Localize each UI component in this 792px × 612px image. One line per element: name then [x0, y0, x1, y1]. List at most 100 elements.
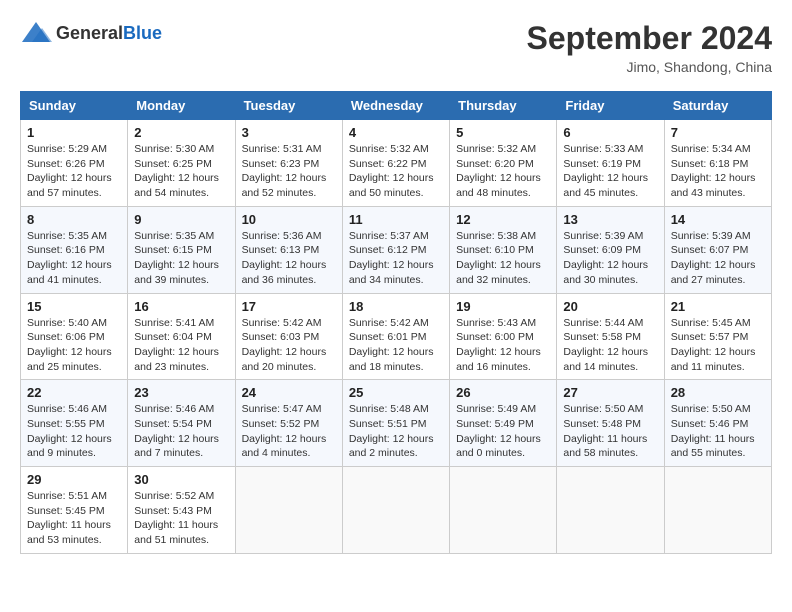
calendar-cell-5: 5 Sunrise: 5:32 AMSunset: 6:20 PMDayligh… — [450, 120, 557, 207]
day-info-7: Sunrise: 5:34 AMSunset: 6:18 PMDaylight:… — [671, 142, 765, 201]
calendar-cell-20: 20 Sunrise: 5:44 AMSunset: 5:58 PMDaylig… — [557, 293, 664, 380]
calendar-cell-6: 6 Sunrise: 5:33 AMSunset: 6:19 PMDayligh… — [557, 120, 664, 207]
calendar-cell-16: 16 Sunrise: 5:41 AMSunset: 6:04 PMDaylig… — [128, 293, 235, 380]
day-info-14: Sunrise: 5:39 AMSunset: 6:07 PMDaylight:… — [671, 229, 765, 288]
page-header: GeneralBlue September 2024 Jimo, Shandon… — [20, 20, 772, 75]
day-number-25: 25 — [349, 385, 443, 400]
logo-general: General — [56, 23, 123, 43]
day-info-25: Sunrise: 5:48 AMSunset: 5:51 PMDaylight:… — [349, 402, 443, 461]
day-number-3: 3 — [242, 125, 336, 140]
day-info-8: Sunrise: 5:35 AMSunset: 6:16 PMDaylight:… — [27, 229, 121, 288]
day-info-11: Sunrise: 5:37 AMSunset: 6:12 PMDaylight:… — [349, 229, 443, 288]
day-info-27: Sunrise: 5:50 AMSunset: 5:48 PMDaylight:… — [563, 402, 657, 461]
day-info-12: Sunrise: 5:38 AMSunset: 6:10 PMDaylight:… — [456, 229, 550, 288]
col-tuesday: Tuesday — [235, 92, 342, 120]
day-info-19: Sunrise: 5:43 AMSunset: 6:00 PMDaylight:… — [456, 316, 550, 375]
calendar-cell-21: 21 Sunrise: 5:45 AMSunset: 5:57 PMDaylig… — [664, 293, 771, 380]
day-number-7: 7 — [671, 125, 765, 140]
day-info-1: Sunrise: 5:29 AMSunset: 6:26 PMDaylight:… — [27, 142, 121, 201]
calendar-header-row: Sunday Monday Tuesday Wednesday Thursday… — [21, 92, 772, 120]
day-number-30: 30 — [134, 472, 228, 487]
calendar-cell-1: 1 Sunrise: 5:29 AMSunset: 6:26 PMDayligh… — [21, 120, 128, 207]
calendar-cell-empty — [664, 467, 771, 554]
day-info-10: Sunrise: 5:36 AMSunset: 6:13 PMDaylight:… — [242, 229, 336, 288]
day-info-9: Sunrise: 5:35 AMSunset: 6:15 PMDaylight:… — [134, 229, 228, 288]
day-number-16: 16 — [134, 299, 228, 314]
calendar-cell-empty — [557, 467, 664, 554]
calendar-cell-24: 24 Sunrise: 5:47 AMSunset: 5:52 PMDaylig… — [235, 380, 342, 467]
day-number-14: 14 — [671, 212, 765, 227]
col-friday: Friday — [557, 92, 664, 120]
calendar-cell-29: 29 Sunrise: 5:51 AMSunset: 5:45 PMDaylig… — [21, 467, 128, 554]
day-number-12: 12 — [456, 212, 550, 227]
logo-icon — [20, 20, 52, 46]
day-info-20: Sunrise: 5:44 AMSunset: 5:58 PMDaylight:… — [563, 316, 657, 375]
day-number-10: 10 — [242, 212, 336, 227]
day-info-6: Sunrise: 5:33 AMSunset: 6:19 PMDaylight:… — [563, 142, 657, 201]
day-number-21: 21 — [671, 299, 765, 314]
calendar-cell-9: 9 Sunrise: 5:35 AMSunset: 6:15 PMDayligh… — [128, 206, 235, 293]
calendar-cell-8: 8 Sunrise: 5:35 AMSunset: 6:16 PMDayligh… — [21, 206, 128, 293]
location-title: Jimo, Shandong, China — [527, 59, 772, 75]
col-monday: Monday — [128, 92, 235, 120]
calendar-cell-empty — [450, 467, 557, 554]
day-info-15: Sunrise: 5:40 AMSunset: 6:06 PMDaylight:… — [27, 316, 121, 375]
calendar-cell-23: 23 Sunrise: 5:46 AMSunset: 5:54 PMDaylig… — [128, 380, 235, 467]
day-number-23: 23 — [134, 385, 228, 400]
day-number-13: 13 — [563, 212, 657, 227]
day-info-18: Sunrise: 5:42 AMSunset: 6:01 PMDaylight:… — [349, 316, 443, 375]
day-number-26: 26 — [456, 385, 550, 400]
day-info-17: Sunrise: 5:42 AMSunset: 6:03 PMDaylight:… — [242, 316, 336, 375]
day-number-9: 9 — [134, 212, 228, 227]
day-info-16: Sunrise: 5:41 AMSunset: 6:04 PMDaylight:… — [134, 316, 228, 375]
calendar-cell-12: 12 Sunrise: 5:38 AMSunset: 6:10 PMDaylig… — [450, 206, 557, 293]
day-number-27: 27 — [563, 385, 657, 400]
calendar-cell-11: 11 Sunrise: 5:37 AMSunset: 6:12 PMDaylig… — [342, 206, 449, 293]
day-info-2: Sunrise: 5:30 AMSunset: 6:25 PMDaylight:… — [134, 142, 228, 201]
col-thursday: Thursday — [450, 92, 557, 120]
logo: GeneralBlue — [20, 20, 162, 46]
calendar-cell-empty — [235, 467, 342, 554]
day-number-2: 2 — [134, 125, 228, 140]
day-info-28: Sunrise: 5:50 AMSunset: 5:46 PMDaylight:… — [671, 402, 765, 461]
day-info-13: Sunrise: 5:39 AMSunset: 6:09 PMDaylight:… — [563, 229, 657, 288]
day-number-5: 5 — [456, 125, 550, 140]
day-info-3: Sunrise: 5:31 AMSunset: 6:23 PMDaylight:… — [242, 142, 336, 201]
day-number-8: 8 — [27, 212, 121, 227]
calendar-cell-30: 30 Sunrise: 5:52 AMSunset: 5:43 PMDaylig… — [128, 467, 235, 554]
day-info-26: Sunrise: 5:49 AMSunset: 5:49 PMDaylight:… — [456, 402, 550, 461]
calendar-cell-19: 19 Sunrise: 5:43 AMSunset: 6:00 PMDaylig… — [450, 293, 557, 380]
day-number-20: 20 — [563, 299, 657, 314]
day-number-11: 11 — [349, 212, 443, 227]
col-wednesday: Wednesday — [342, 92, 449, 120]
day-number-4: 4 — [349, 125, 443, 140]
month-title: September 2024 — [527, 20, 772, 57]
calendar-table: Sunday Monday Tuesday Wednesday Thursday… — [20, 91, 772, 554]
day-info-4: Sunrise: 5:32 AMSunset: 6:22 PMDaylight:… — [349, 142, 443, 201]
day-number-28: 28 — [671, 385, 765, 400]
day-number-18: 18 — [349, 299, 443, 314]
col-sunday: Sunday — [21, 92, 128, 120]
calendar-cell-3: 3 Sunrise: 5:31 AMSunset: 6:23 PMDayligh… — [235, 120, 342, 207]
day-number-24: 24 — [242, 385, 336, 400]
day-info-30: Sunrise: 5:52 AMSunset: 5:43 PMDaylight:… — [134, 489, 228, 548]
day-info-23: Sunrise: 5:46 AMSunset: 5:54 PMDaylight:… — [134, 402, 228, 461]
calendar-week-5: 29 Sunrise: 5:51 AMSunset: 5:45 PMDaylig… — [21, 467, 772, 554]
calendar-cell-22: 22 Sunrise: 5:46 AMSunset: 5:55 PMDaylig… — [21, 380, 128, 467]
calendar-cell-4: 4 Sunrise: 5:32 AMSunset: 6:22 PMDayligh… — [342, 120, 449, 207]
calendar-cell-empty — [342, 467, 449, 554]
calendar-cell-14: 14 Sunrise: 5:39 AMSunset: 6:07 PMDaylig… — [664, 206, 771, 293]
day-number-29: 29 — [27, 472, 121, 487]
day-info-5: Sunrise: 5:32 AMSunset: 6:20 PMDaylight:… — [456, 142, 550, 201]
day-info-29: Sunrise: 5:51 AMSunset: 5:45 PMDaylight:… — [27, 489, 121, 548]
calendar-cell-13: 13 Sunrise: 5:39 AMSunset: 6:09 PMDaylig… — [557, 206, 664, 293]
calendar-cell-15: 15 Sunrise: 5:40 AMSunset: 6:06 PMDaylig… — [21, 293, 128, 380]
logo-blue: Blue — [123, 23, 162, 43]
calendar-cell-27: 27 Sunrise: 5:50 AMSunset: 5:48 PMDaylig… — [557, 380, 664, 467]
day-number-15: 15 — [27, 299, 121, 314]
calendar-cell-28: 28 Sunrise: 5:50 AMSunset: 5:46 PMDaylig… — [664, 380, 771, 467]
calendar-week-2: 8 Sunrise: 5:35 AMSunset: 6:16 PMDayligh… — [21, 206, 772, 293]
calendar-cell-2: 2 Sunrise: 5:30 AMSunset: 6:25 PMDayligh… — [128, 120, 235, 207]
calendar-week-1: 1 Sunrise: 5:29 AMSunset: 6:26 PMDayligh… — [21, 120, 772, 207]
day-number-17: 17 — [242, 299, 336, 314]
